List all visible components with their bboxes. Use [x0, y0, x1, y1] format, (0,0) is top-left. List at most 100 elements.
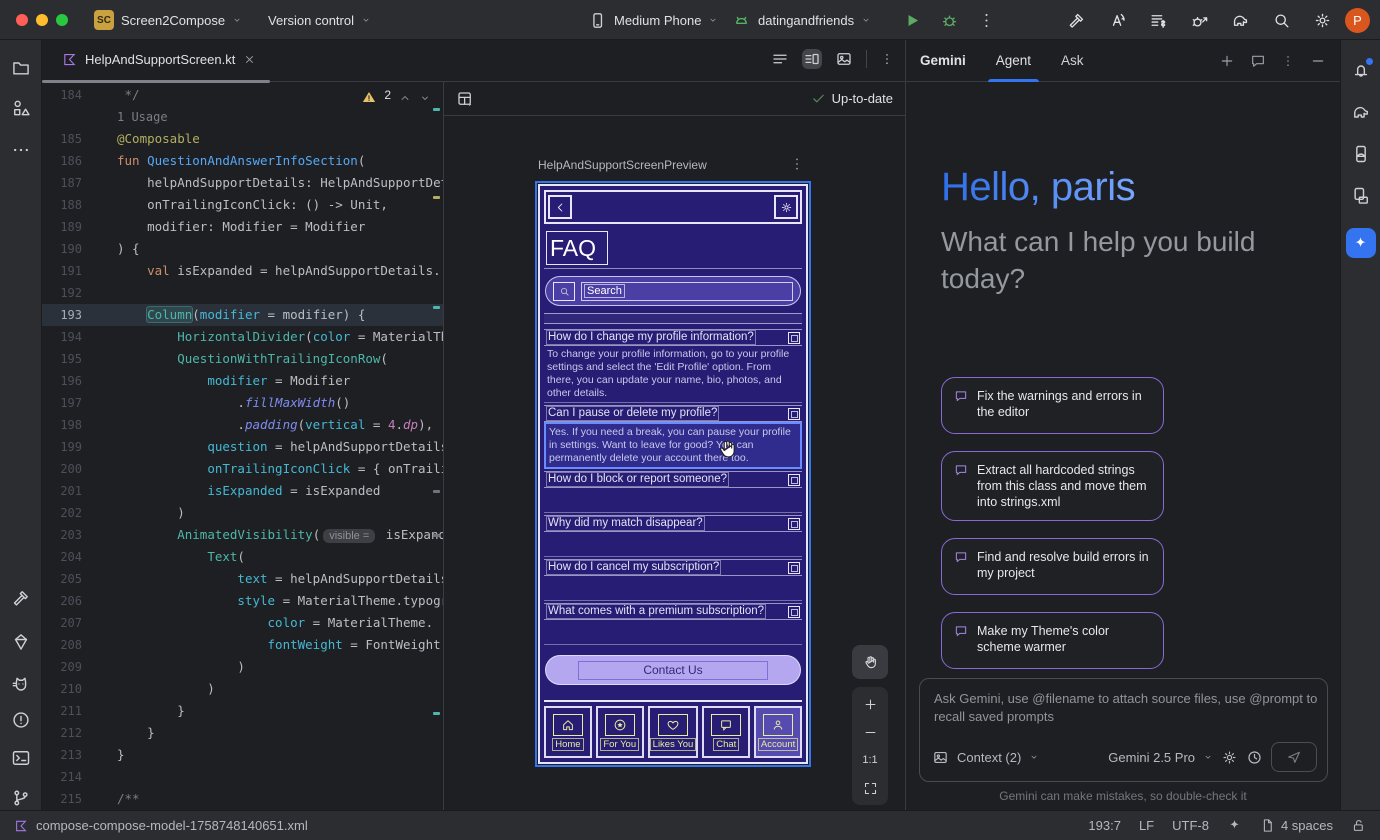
line-number[interactable]: 211 — [42, 700, 82, 722]
line-number[interactable]: 188 — [42, 194, 82, 216]
code-line-185[interactable]: 185@Composable — [42, 128, 443, 150]
line-number[interactable]: 210 — [42, 678, 82, 700]
tool-logcat[interactable] — [11, 674, 31, 694]
code-editor[interactable]: 184 */21 Usage185@Composable186fun Quest… — [42, 82, 443, 810]
tool-terminal[interactable] — [11, 748, 31, 768]
prev-warning-icon[interactable] — [399, 89, 411, 101]
code-line-195[interactable]: 195 QuestionWithTrailingIconRow( — [42, 348, 443, 370]
nav-item-account[interactable]: Account — [754, 706, 802, 758]
suggestion-card[interactable]: Find and resolve build errors in my proj… — [941, 538, 1164, 595]
line-number[interactable]: 187 — [42, 172, 82, 194]
expand-icon[interactable] — [788, 562, 800, 574]
preview-name[interactable]: HelpAndSupportScreenPreview — [538, 158, 707, 172]
code-line-189[interactable]: 189 modifier: Modifier = Modifier — [42, 216, 443, 238]
caret-position[interactable]: 193:7 — [1088, 818, 1121, 833]
todo-list-icon[interactable] — [1149, 11, 1168, 30]
line-number[interactable]: 200 — [42, 458, 82, 480]
close-tab-icon[interactable] — [243, 53, 256, 66]
tool-build[interactable] — [11, 588, 31, 608]
search-bar[interactable]: Search — [545, 276, 801, 306]
line-number[interactable]: 190 — [42, 238, 82, 260]
code-line-213[interactable]: 213} — [42, 744, 443, 766]
editor-tab[interactable]: HelpAndSupportScreen.kt — [52, 40, 266, 79]
history-icon[interactable] — [1246, 749, 1263, 766]
line-number[interactable] — [42, 106, 82, 128]
new-chat-icon[interactable] — [1219, 53, 1235, 69]
code-line-184[interactable]: 184 */2 — [42, 84, 443, 106]
code-line-209[interactable]: 209 ) — [42, 656, 443, 678]
search-field[interactable]: Search — [581, 282, 793, 301]
preview-canvas[interactable]: HelpAndSupportScreenPreview FAQ Search H… — [444, 116, 905, 810]
code-line-210[interactable]: 210 ) — [42, 678, 443, 700]
nav-item-chat[interactable]: Chat — [702, 706, 750, 758]
line-number[interactable]: 196 — [42, 370, 82, 392]
line-number[interactable]: 195 — [42, 348, 82, 370]
line-number[interactable]: 193 — [42, 304, 82, 326]
tool-app-quality-insights[interactable] — [11, 632, 31, 652]
line-number[interactable]: 204 — [42, 546, 82, 568]
expand-icon[interactable] — [788, 408, 800, 420]
faq-question-row[interactable]: How do I block or report someone? — [544, 471, 802, 488]
vcs-widget[interactable]: Version control — [268, 0, 371, 40]
model-selector[interactable]: Gemini 2.5 Pro — [1108, 750, 1195, 765]
line-number[interactable]: 215 — [42, 788, 82, 810]
tool-running-devices[interactable] — [1351, 144, 1371, 164]
line-number[interactable]: 199 — [42, 436, 82, 458]
zoom-out-button[interactable] — [857, 720, 883, 744]
layout-inspector-icon[interactable] — [456, 90, 474, 108]
code-view-icon[interactable] — [770, 49, 790, 69]
tool-gemini[interactable] — [1346, 228, 1376, 258]
code-line-208[interactable]: 208 fontWeight = FontWeight — [42, 634, 443, 656]
line-number[interactable]: 189 — [42, 216, 82, 238]
status-message[interactable]: compose-compose-model-1758748140651.xml — [14, 818, 308, 833]
code-line-196[interactable]: 196 modifier = Modifier — [42, 370, 443, 392]
line-number[interactable]: 206 — [42, 590, 82, 612]
expand-icon[interactable] — [788, 518, 800, 530]
faq-answer[interactable]: Yes. If you need a break, you can pause … — [544, 422, 802, 469]
hide-panel-icon[interactable] — [1310, 53, 1326, 69]
sync-project-icon[interactable] — [1231, 11, 1250, 30]
code-line-hint[interactable]: 1 Usage — [42, 106, 443, 128]
line-number[interactable]: 208 — [42, 634, 82, 656]
maximize-window-button[interactable] — [56, 14, 68, 26]
code-line-207[interactable]: 207 color = MaterialTheme. — [42, 612, 443, 634]
tab-agent[interactable]: Agent — [992, 40, 1035, 82]
preview-options-icon[interactable] — [879, 49, 895, 69]
profiler-icon[interactable] — [1190, 11, 1209, 30]
code-line-215[interactable]: 215/** — [42, 788, 443, 810]
tool-notifications[interactable] — [1351, 60, 1371, 80]
line-number[interactable]: 184 — [42, 84, 82, 106]
tool-gradle[interactable] — [1351, 102, 1371, 122]
encoding[interactable]: UTF-8 — [1172, 818, 1209, 833]
line-number[interactable]: 198 — [42, 414, 82, 436]
avatar[interactable]: P — [1345, 8, 1370, 33]
line-number[interactable]: 203 — [42, 524, 82, 546]
line-number[interactable]: 201 — [42, 480, 82, 502]
minimize-window-button[interactable] — [36, 14, 48, 26]
indent-widget[interactable]: 4 spaces — [1260, 818, 1333, 833]
preview-item-menu-icon[interactable] — [789, 156, 805, 172]
search-everywhere-icon[interactable] — [1272, 11, 1291, 30]
code-line-186[interactable]: 186fun QuestionAndAnswerInfoSection( — [42, 150, 443, 172]
line-number[interactable]: 209 — [42, 656, 82, 678]
next-warning-icon[interactable] — [419, 89, 431, 101]
line-number[interactable]: 192 — [42, 282, 82, 304]
gemini-status-icon[interactable] — [1227, 818, 1242, 833]
phone-preview[interactable]: FAQ Search How do I change my profile in… — [538, 184, 808, 764]
nav-item-home[interactable]: Home — [544, 706, 592, 758]
more-actions-icon[interactable] — [977, 11, 996, 30]
line-number[interactable]: 191 — [42, 260, 82, 282]
code-line-192[interactable]: 192 — [42, 282, 443, 304]
panel-options-icon[interactable] — [1281, 53, 1295, 69]
run-button[interactable] — [903, 11, 922, 30]
faq-answer[interactable]: To change your profile information, go t… — [544, 346, 802, 403]
attach-image-icon[interactable] — [932, 749, 949, 766]
tool-resource-manager[interactable] — [11, 98, 31, 118]
expand-icon[interactable] — [788, 606, 800, 618]
build-icon[interactable] — [1067, 11, 1086, 30]
code-line-194[interactable]: 194 HorizontalDivider(color = MaterialTh… — [42, 326, 443, 348]
faq-question-row[interactable]: How do I cancel my subscription? — [544, 559, 802, 576]
faq-question-row[interactable]: What comes with a premium subscription? — [544, 603, 802, 620]
faq-question-row[interactable]: How do I change my profile information? — [544, 329, 802, 346]
settings-icon[interactable] — [1313, 11, 1332, 30]
